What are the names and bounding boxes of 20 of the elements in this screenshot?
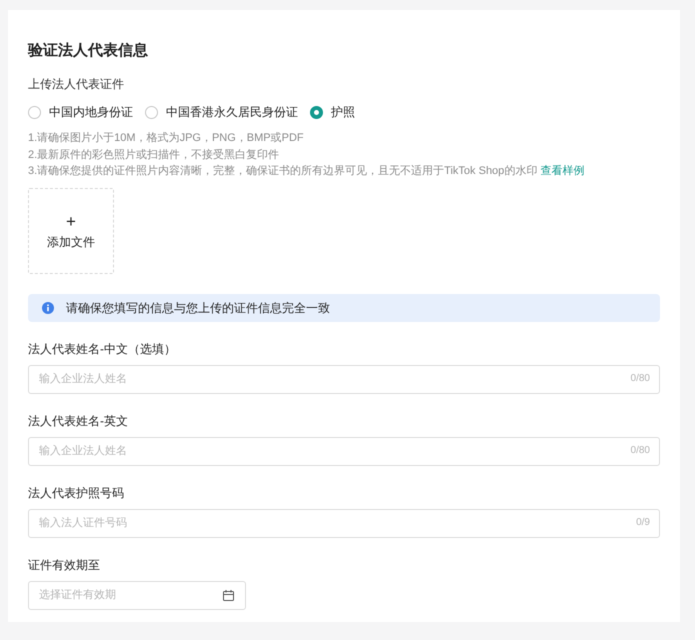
section-title: 验证法人代表信息: [28, 41, 148, 61]
upload-hint: 1.请确保图片小于10M，格式为JPG，PNG，BMP或PDF: [28, 131, 304, 146]
id-type-radio[interactable]: 中国内地身份证: [28, 104, 133, 120]
upload-label: 上传法人代表证件: [28, 76, 124, 92]
upload-hint: 2.最新原件的彩色照片或扫描件，不接受黑白复印件: [28, 148, 280, 162]
id-type-radio[interactable]: 护照: [310, 104, 355, 120]
character-counter: 0/80: [630, 444, 650, 458]
field-label: 证件有效期至: [28, 556, 100, 572]
field-label: 法人代表姓名-中文（选填）: [28, 340, 176, 356]
field-label: 法人代表姓名-英文: [28, 412, 128, 428]
field-label: 法人代表护照号码: [28, 484, 124, 500]
calendar-icon: [223, 590, 234, 600]
upload-hint: 3.请确保您提供的证件照片内容清晰，完整，确保证书的所有边界可见，且无不适用于TikTok Shop的水印 查看样例: [28, 164, 584, 179]
info-text: 请确保您填写的信息与您上传的证件信息完全一致: [66, 300, 330, 316]
info-icon: [42, 302, 54, 314]
character-counter: 0/9: [636, 516, 650, 530]
add-file-button[interactable]: + 添加文件: [28, 188, 114, 274]
id-type-radio[interactable]: 中国香港永久居民身份证: [145, 104, 298, 120]
date-field[interactable]: 选择证件有效期: [28, 580, 246, 610]
character-counter: 0/80: [630, 372, 650, 386]
